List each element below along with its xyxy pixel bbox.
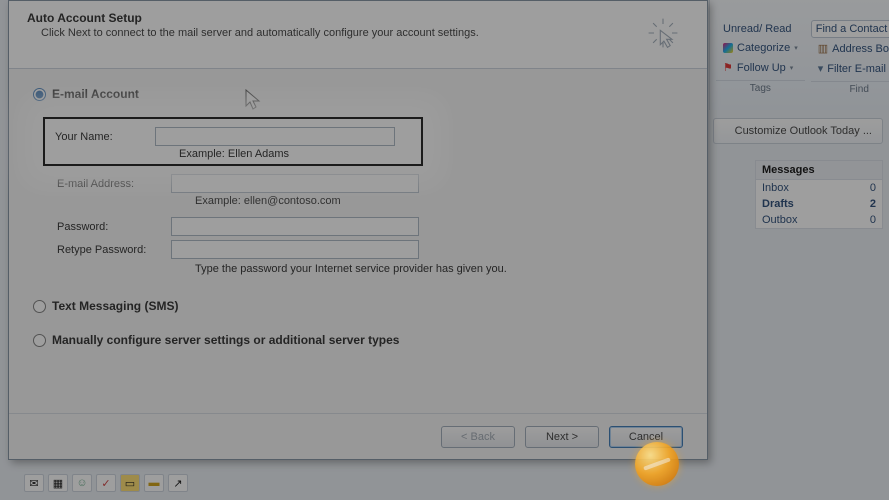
wizard-cursor-icon: [645, 15, 681, 51]
manual-config-label: Manually configure server settings or ad…: [52, 333, 399, 347]
messages-row-count: 0: [870, 182, 876, 194]
messages-row-label: Inbox: [762, 182, 789, 194]
manual-config-radio[interactable]: [33, 334, 46, 347]
find-contact-input[interactable]: Find a Contact▾: [811, 20, 889, 38]
your-name-highlight: Your Name: Example: Ellen Adams: [43, 117, 423, 166]
dialog-subtitle: Click Next to connect to the mail server…: [41, 27, 689, 39]
retype-password-label: Retype Password:: [57, 244, 171, 256]
messages-row[interactable]: Inbox 0: [756, 180, 882, 196]
filter-email-button[interactable]: ▾Filter E-mail▾: [811, 59, 889, 78]
your-name-hint: Example: Ellen Adams: [179, 148, 411, 160]
nav-notes-icon[interactable]: ▭: [120, 474, 140, 492]
watermark-seal-icon: [635, 442, 679, 486]
messages-header: Messages: [756, 161, 882, 180]
categorize-icon: [723, 43, 733, 53]
follow-up-label: Follow Up: [737, 62, 786, 74]
auto-account-setup-dialog: Auto Account Setup Click Next to connect…: [8, 0, 708, 460]
your-name-label: Your Name:: [55, 131, 155, 143]
password-input[interactable]: [171, 217, 419, 236]
filter-email-label: Filter E-mail: [827, 63, 886, 75]
outlook-today-panel: Customize Outlook Today ... Messages Inb…: [713, 118, 883, 229]
address-book-label: Address Book: [832, 43, 889, 55]
nav-tasks-icon[interactable]: ✓: [96, 474, 116, 492]
password-hint: Type the password your Internet service …: [195, 263, 683, 275]
your-name-input[interactable]: [155, 127, 395, 146]
email-address-label: E-mail Address:: [57, 178, 171, 190]
email-address-hint: Example: ellen@contoso.com: [195, 195, 683, 207]
find-group-label: Find: [811, 81, 889, 95]
dialog-header: Auto Account Setup Click Next to connect…: [9, 1, 707, 69]
messages-row[interactable]: Outbox 0: [756, 212, 882, 228]
sms-label: Text Messaging (SMS): [52, 299, 178, 313]
email-account-label: E-mail Account: [52, 87, 139, 101]
customize-outlook-today-button[interactable]: Customize Outlook Today ...: [713, 118, 883, 144]
back-button: < Back: [441, 426, 515, 448]
nav-calendar-icon[interactable]: ▦: [48, 474, 68, 492]
messages-row-count: 2: [870, 198, 876, 210]
mouse-cursor-icon: [245, 89, 263, 114]
follow-up-button[interactable]: ⚑ Follow Up ▾: [716, 58, 805, 77]
unread-read-button[interactable]: Unread/ Read: [716, 20, 805, 38]
messages-summary: Messages Inbox 0 Drafts 2 Outbox 0: [755, 160, 883, 229]
sms-radio[interactable]: [33, 300, 46, 313]
flag-icon: ⚑: [723, 61, 733, 74]
navigation-strip: ✉ ▦ ☺ ✓ ▭ ▬ ↗: [24, 474, 188, 492]
messages-row-label: Outbox: [762, 214, 797, 226]
password-label: Password:: [57, 221, 171, 233]
dialog-title: Auto Account Setup: [27, 11, 689, 25]
address-book-button[interactable]: ▥ Address Book: [811, 39, 889, 58]
tags-group-label: Tags: [716, 80, 805, 94]
nav-shortcuts-icon[interactable]: ↗: [168, 474, 188, 492]
funnel-icon: ▾: [818, 62, 824, 75]
nav-contacts-icon[interactable]: ☺: [72, 474, 92, 492]
messages-row-count: 0: [870, 214, 876, 226]
chevron-down-icon: ▾: [794, 44, 798, 52]
ribbon-right: Unread/ Read Categorize ▾ ⚑ Follow Up ▾ Tag…: [709, 0, 889, 110]
next-button[interactable]: Next >: [525, 426, 599, 448]
messages-row-label: Drafts: [762, 198, 794, 210]
email-account-radio[interactable]: [33, 88, 46, 101]
unread-read-label: Unread/ Read: [723, 23, 792, 35]
chevron-down-icon: ▾: [790, 64, 794, 72]
categorize-label: Categorize: [737, 42, 790, 54]
address-book-icon: ▥: [818, 42, 828, 55]
retype-password-input[interactable]: [171, 240, 419, 259]
messages-row[interactable]: Drafts 2: [756, 196, 882, 212]
categorize-button[interactable]: Categorize ▾: [716, 39, 805, 57]
find-contact-placeholder: Find a Contact: [816, 23, 888, 35]
email-address-input[interactable]: [171, 174, 419, 193]
nav-folder-icon[interactable]: ▬: [144, 474, 164, 492]
dialog-footer: < Back Next > Cancel: [9, 413, 707, 459]
nav-mail-icon[interactable]: ✉: [24, 474, 44, 492]
